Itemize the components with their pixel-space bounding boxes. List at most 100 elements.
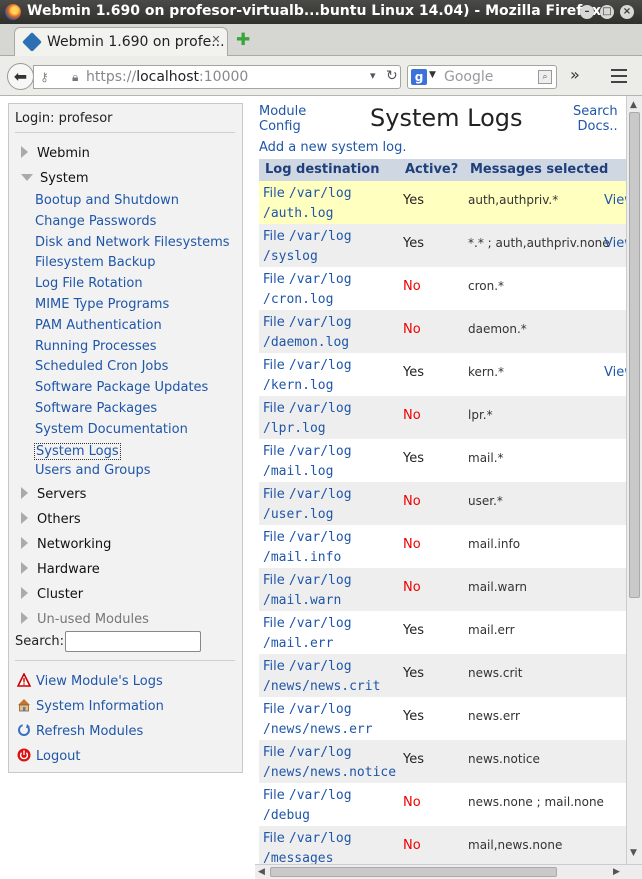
- table-row: File /var/log/daemon.log No daemon.*: [259, 310, 629, 353]
- module-bootup-and-shutdown[interactable]: Bootup and Shutdown: [35, 193, 179, 208]
- close-window-icon[interactable]: ×: [620, 5, 634, 19]
- active-status: Yes: [403, 451, 424, 466]
- log-destination-link[interactable]: File /var/log/mail.warn: [263, 571, 352, 611]
- messages-selected: auth,authpriv.*: [468, 193, 559, 207]
- category-webmin[interactable]: Webmin: [21, 146, 90, 161]
- google-icon[interactable]: g: [411, 69, 427, 85]
- active-status: No: [403, 408, 421, 423]
- messages-selected: *.* ; auth,authpriv.none: [468, 236, 610, 250]
- log-destination-link[interactable]: File /var/log/syslog: [263, 227, 352, 267]
- log-destination-link[interactable]: File /var/log/news/news.crit: [263, 657, 380, 697]
- minimize-icon[interactable]: –: [580, 5, 594, 19]
- new-tab-icon[interactable]: ✚: [236, 32, 252, 49]
- category-networking[interactable]: Networking: [21, 537, 111, 552]
- module-running-processes[interactable]: Running Processes: [35, 339, 157, 354]
- table-row: File /var/log/kern.log Yes kern.* View: [259, 353, 635, 396]
- scroll-up-icon[interactable]: ▲: [630, 100, 637, 110]
- view-module-logs-link[interactable]: View Module's Logs: [17, 673, 163, 689]
- scroll-right-icon[interactable]: ▶: [613, 867, 620, 877]
- scrollbar-thumb[interactable]: [270, 867, 557, 877]
- log-destination-link[interactable]: File /var/log/daemon.log: [263, 313, 352, 353]
- messages-selected: mail.warn: [468, 580, 528, 594]
- system-information-link[interactable]: System Information: [17, 698, 164, 714]
- horizontal-scrollbar[interactable]: ◀ ▶: [255, 864, 642, 879]
- messages-selected: daemon.*: [468, 322, 527, 336]
- log-destination-link[interactable]: File /var/log/debug: [263, 786, 352, 826]
- log-destination-link[interactable]: File /var/log/mail.info: [263, 528, 352, 568]
- active-status: Yes: [403, 666, 424, 681]
- active-status: No: [403, 795, 421, 810]
- module-log-file-rotation[interactable]: Log File Rotation: [35, 276, 143, 291]
- table-row: File /var/log/mail.err Yes mail.err: [259, 611, 629, 654]
- module-users-and-groups[interactable]: Users and Groups: [35, 463, 150, 478]
- active-status: No: [403, 279, 421, 294]
- module-system-logs[interactable]: System Logs: [34, 443, 121, 460]
- login-label: Login: profesor: [15, 111, 113, 126]
- column-header-messages-selected: Messages selected: [470, 162, 609, 177]
- category-hardware[interactable]: Hardware: [21, 562, 100, 577]
- log-destination-link[interactable]: File /var/log/cron.log: [263, 270, 352, 310]
- module-system-documentation[interactable]: System Documentation: [35, 422, 188, 437]
- log-destination-link[interactable]: File /var/log/messages: [263, 829, 352, 869]
- active-status: Yes: [403, 623, 424, 638]
- scroll-left-icon[interactable]: ◀: [258, 867, 265, 877]
- module-disk-and-network-filesystems[interactable]: Disk and Network Filesystems: [35, 235, 230, 250]
- log-destination-link[interactable]: File /var/log/mail.err: [263, 614, 352, 654]
- module-scheduled-cron-jobs[interactable]: Scheduled Cron Jobs: [35, 359, 168, 374]
- collapsed-triangle-icon: [21, 146, 28, 158]
- overflow-chevron-icon[interactable]: »: [570, 65, 580, 84]
- log-destination-link[interactable]: File /var/log/kern.log: [263, 356, 352, 396]
- collapsed-triangle-icon: [21, 487, 28, 499]
- table-row: File /var/log/auth.log Yes auth,authpriv.*…: [259, 181, 635, 224]
- category-others[interactable]: Others: [21, 512, 81, 527]
- divider: [15, 660, 235, 661]
- logout-link[interactable]: Logout: [17, 748, 81, 764]
- add-system-log-link[interactable]: Add a new system log.: [259, 140, 406, 155]
- module-mime-type-programs[interactable]: MIME Type Programs: [35, 297, 169, 312]
- maximize-icon[interactable]: □: [600, 5, 614, 19]
- url-dropdown-icon[interactable]: ▾: [370, 69, 376, 82]
- log-destination-link[interactable]: File /var/log/mail.log: [263, 442, 352, 482]
- collapsed-triangle-icon: [21, 562, 28, 574]
- menu-button[interactable]: [606, 65, 632, 89]
- module-change-passwords[interactable]: Change Passwords: [35, 214, 156, 229]
- url-bar[interactable]: ⚷ 🔒︎ https://localhost:10000 ▾ ↻: [33, 65, 401, 89]
- category-system[interactable]: System: [21, 171, 88, 186]
- log-destination-link[interactable]: File /var/log/user.log: [263, 485, 352, 525]
- search-go-icon[interactable]: ⌕: [538, 70, 552, 84]
- module-search-input[interactable]: [65, 631, 201, 652]
- messages-selected: mail,news.none: [468, 838, 563, 852]
- right-frame: Module Config System Logs Search Docs.. Ad…: [255, 96, 642, 879]
- url-text[interactable]: https://localhost:10000: [86, 69, 248, 85]
- table-row: File /var/log/mail.log Yes mail.*: [259, 439, 629, 482]
- category-cluster[interactable]: Cluster: [21, 587, 83, 602]
- firefox-logo-icon: [5, 4, 21, 20]
- tab-bar: Webmin 1.690 on profe... ✕ ✚: [0, 24, 642, 57]
- reload-icon[interactable]: ↻: [386, 68, 398, 84]
- log-destination-link[interactable]: File /var/log/news/news.notice: [263, 743, 396, 783]
- category-servers[interactable]: Servers: [21, 487, 86, 502]
- module-software-package-updates[interactable]: Software Package Updates: [35, 380, 208, 395]
- category-unused-modules[interactable]: Un-used Modules: [21, 612, 149, 627]
- log-destination-link[interactable]: File /var/log/news/news.err: [263, 700, 373, 740]
- search-docs-link[interactable]: Search Docs..: [573, 104, 618, 134]
- back-button[interactable]: ⬅: [7, 63, 34, 90]
- module-software-packages[interactable]: Software Packages: [35, 401, 157, 416]
- vertical-scrollbar[interactable]: ▲ ▼: [626, 96, 642, 864]
- refresh-modules-link[interactable]: Refresh Modules: [17, 723, 143, 739]
- collapsed-triangle-icon: [21, 537, 28, 549]
- log-destination-link[interactable]: File /var/log/lpr.log: [263, 399, 352, 439]
- table-row: File /var/log/news/news.err Yes news.err: [259, 697, 629, 740]
- tab-webmin[interactable]: Webmin 1.690 on profe... ✕: [14, 27, 228, 57]
- search-engine-dropdown-icon[interactable]: ▼: [429, 70, 436, 80]
- scroll-down-icon[interactable]: ▼: [630, 848, 637, 858]
- module-config-link[interactable]: Module Config: [259, 104, 306, 134]
- scrollbar-thumb[interactable]: [629, 112, 640, 598]
- search-bar[interactable]: g ▼ Google ⌕: [407, 65, 557, 89]
- close-tab-icon[interactable]: ✕: [210, 34, 222, 46]
- module-pam-authentication[interactable]: PAM Authentication: [35, 318, 162, 333]
- key-icon[interactable]: ⚷: [40, 70, 56, 84]
- module-filesystem-backup[interactable]: Filesystem Backup: [35, 255, 156, 270]
- column-header-log-destination: Log destination: [265, 162, 380, 177]
- log-destination-link[interactable]: File /var/log/auth.log: [263, 184, 352, 224]
